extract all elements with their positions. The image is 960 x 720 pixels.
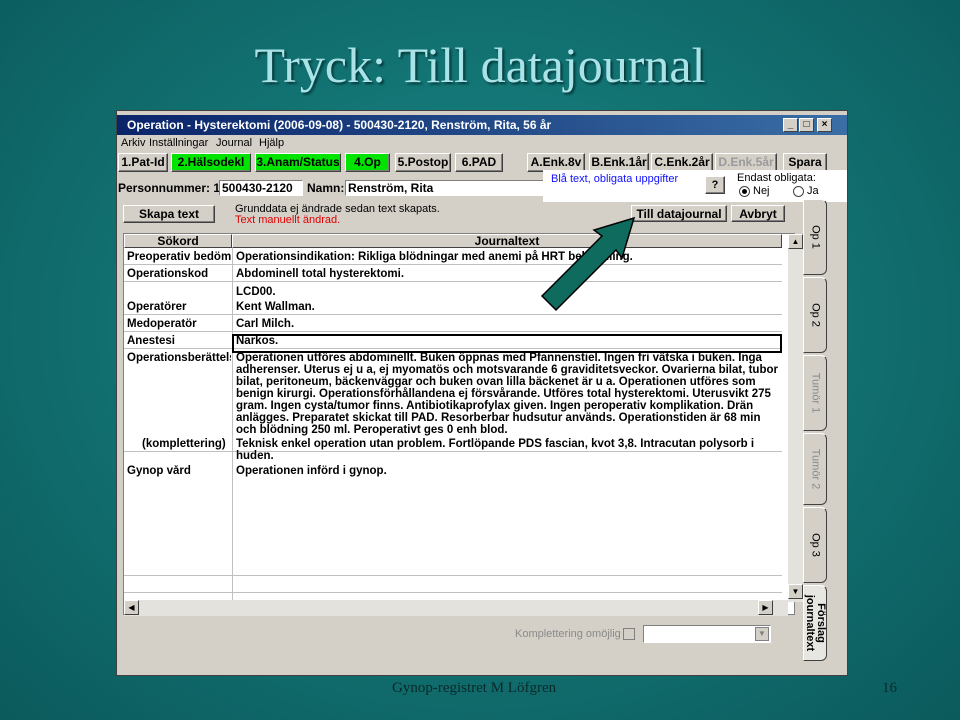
page-number: 16 (882, 680, 897, 696)
pointer-arrow-icon (540, 216, 636, 312)
footer-text: Gynop-registret M Löfgren (392, 680, 557, 696)
